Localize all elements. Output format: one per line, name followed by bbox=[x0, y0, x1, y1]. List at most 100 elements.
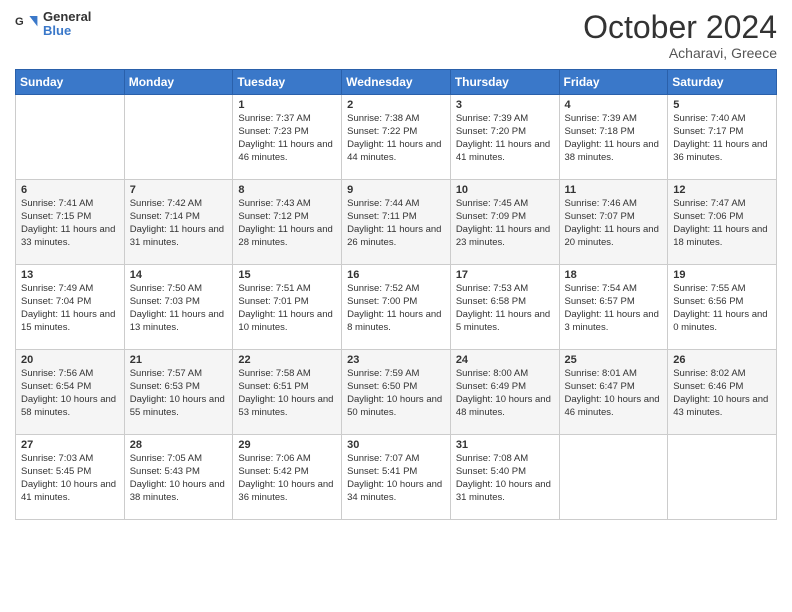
day-number: 4 bbox=[565, 99, 663, 111]
day-number: 26 bbox=[673, 354, 771, 366]
day-number: 10 bbox=[456, 184, 554, 196]
day-info: Sunrise: 7:39 AMSunset: 7:20 PMDaylight:… bbox=[456, 113, 554, 164]
calendar-cell: 24 Sunrise: 8:00 AMSunset: 6:49 PMDayligh… bbox=[450, 350, 559, 435]
header-wednesday: Wednesday bbox=[342, 70, 451, 95]
calendar-cell: 10 Sunrise: 7:45 AMSunset: 7:09 PMDayligh… bbox=[450, 180, 559, 265]
month-title: October 2024 bbox=[583, 10, 777, 45]
calendar-table: Sunday Monday Tuesday Wednesday Thursday… bbox=[15, 69, 777, 520]
day-number: 17 bbox=[456, 269, 554, 281]
logo-text: General Blue bbox=[43, 10, 91, 39]
day-info: Sunrise: 7:47 AMSunset: 7:06 PMDaylight:… bbox=[673, 198, 771, 249]
day-info: Sunrise: 7:45 AMSunset: 7:09 PMDaylight:… bbox=[456, 198, 554, 249]
calendar-cell: 29 Sunrise: 7:06 AMSunset: 5:42 PMDayligh… bbox=[233, 435, 342, 520]
day-info: Sunrise: 7:51 AMSunset: 7:01 PMDaylight:… bbox=[238, 283, 336, 334]
calendar-header: Sunday Monday Tuesday Wednesday Thursday… bbox=[16, 70, 777, 95]
header-monday: Monday bbox=[124, 70, 233, 95]
calendar-cell: 1Sunrise: 7:37 AMSunset: 7:23 PMDaylight… bbox=[233, 95, 342, 180]
week-row-3: 13Sunrise: 7:49 AMSunset: 7:04 PMDayligh… bbox=[16, 265, 777, 350]
location: Acharavi, Greece bbox=[583, 45, 777, 61]
calendar-cell: 28 Sunrise: 7:05 AMSunset: 5:43 PMDayligh… bbox=[124, 435, 233, 520]
day-number: 27 bbox=[21, 439, 119, 451]
day-number: 5 bbox=[673, 99, 771, 111]
calendar-cell: 11 Sunrise: 7:46 AMSunset: 7:07 PMDayligh… bbox=[559, 180, 668, 265]
day-number: 24 bbox=[456, 354, 554, 366]
day-number: 14 bbox=[130, 269, 228, 281]
calendar-cell: 2Sunrise: 7:38 AMSunset: 7:22 PMDaylight… bbox=[342, 95, 451, 180]
day-info: Sunrise: 7:05 AMSunset: 5:43 PMDaylight:… bbox=[130, 453, 228, 504]
calendar-cell: 7 Sunrise: 7:42 AMSunset: 7:14 PMDaylight… bbox=[124, 180, 233, 265]
week-row-5: 27 Sunrise: 7:03 AMSunset: 5:45 PMDayligh… bbox=[16, 435, 777, 520]
calendar-cell: 30Sunrise: 7:07 AMSunset: 5:41 PMDayligh… bbox=[342, 435, 451, 520]
day-info: Sunrise: 7:39 AMSunset: 7:18 PMDaylight:… bbox=[565, 113, 663, 164]
calendar-cell: 6Sunrise: 7:41 AMSunset: 7:15 PMDaylight… bbox=[16, 180, 125, 265]
day-info: Sunrise: 7:08 AMSunset: 5:40 PMDaylight:… bbox=[456, 453, 554, 504]
page-header: G General Blue October 2024 Acharavi, Gr… bbox=[15, 10, 777, 61]
day-number: 7 bbox=[130, 184, 228, 196]
day-number: 29 bbox=[238, 439, 336, 451]
calendar-cell: 9 Sunrise: 7:44 AMSunset: 7:11 PMDaylight… bbox=[342, 180, 451, 265]
header-saturday: Saturday bbox=[668, 70, 777, 95]
day-number: 28 bbox=[130, 439, 228, 451]
day-info: Sunrise: 7:40 AMSunset: 7:17 PMDaylight:… bbox=[673, 113, 771, 164]
title-area: October 2024 Acharavi, Greece bbox=[583, 10, 777, 61]
day-number: 18 bbox=[565, 269, 663, 281]
header-friday: Friday bbox=[559, 70, 668, 95]
calendar-cell: 15Sunrise: 7:51 AMSunset: 7:01 PMDayligh… bbox=[233, 265, 342, 350]
calendar-cell bbox=[16, 95, 125, 180]
header-tuesday: Tuesday bbox=[233, 70, 342, 95]
day-number: 23 bbox=[347, 354, 445, 366]
day-number: 2 bbox=[347, 99, 445, 111]
day-number: 25 bbox=[565, 354, 663, 366]
day-info: Sunrise: 7:52 AMSunset: 7:00 PMDaylight:… bbox=[347, 283, 445, 334]
day-number: 9 bbox=[347, 184, 445, 196]
calendar-cell bbox=[124, 95, 233, 180]
day-info: Sunrise: 7:43 AMSunset: 7:12 PMDaylight:… bbox=[238, 198, 336, 249]
day-number: 8 bbox=[238, 184, 336, 196]
day-number: 12 bbox=[673, 184, 771, 196]
day-info: Sunrise: 7:46 AMSunset: 7:07 PMDaylight:… bbox=[565, 198, 663, 249]
calendar-cell: 26 Sunrise: 8:02 AMSunset: 6:46 PMDayligh… bbox=[668, 350, 777, 435]
day-info: Sunrise: 7:03 AMSunset: 5:45 PMDaylight:… bbox=[21, 453, 119, 504]
day-info: Sunrise: 8:00 AMSunset: 6:49 PMDaylight:… bbox=[456, 368, 554, 419]
day-info: Sunrise: 7:44 AMSunset: 7:11 PMDaylight:… bbox=[347, 198, 445, 249]
logo-line2: Blue bbox=[43, 24, 91, 38]
day-info: Sunrise: 7:37 AMSunset: 7:23 PMDaylight:… bbox=[238, 113, 336, 164]
day-info: Sunrise: 7:59 AMSunset: 6:50 PMDaylight:… bbox=[347, 368, 445, 419]
day-info: Sunrise: 7:42 AMSunset: 7:14 PMDaylight:… bbox=[130, 198, 228, 249]
day-number: 20 bbox=[21, 354, 119, 366]
header-thursday: Thursday bbox=[450, 70, 559, 95]
day-number: 3 bbox=[456, 99, 554, 111]
day-number: 30 bbox=[347, 439, 445, 451]
calendar-cell: 12 Sunrise: 7:47 AMSunset: 7:06 PMDayligh… bbox=[668, 180, 777, 265]
day-info: Sunrise: 7:56 AMSunset: 6:54 PMDaylight:… bbox=[21, 368, 119, 419]
calendar-cell: 20 Sunrise: 7:56 AMSunset: 6:54 PMDayligh… bbox=[16, 350, 125, 435]
header-sunday: Sunday bbox=[16, 70, 125, 95]
day-info: Sunrise: 7:58 AMSunset: 6:51 PMDaylight:… bbox=[238, 368, 336, 419]
day-info: Sunrise: 7:54 AMSunset: 6:57 PMDaylight:… bbox=[565, 283, 663, 334]
week-row-4: 20 Sunrise: 7:56 AMSunset: 6:54 PMDayligh… bbox=[16, 350, 777, 435]
calendar-cell: 27 Sunrise: 7:03 AMSunset: 5:45 PMDayligh… bbox=[16, 435, 125, 520]
calendar-cell: 19Sunrise: 7:55 AMSunset: 6:56 PMDayligh… bbox=[668, 265, 777, 350]
day-info: Sunrise: 7:49 AMSunset: 7:04 PMDaylight:… bbox=[21, 283, 119, 334]
day-number: 21 bbox=[130, 354, 228, 366]
day-info: Sunrise: 7:06 AMSunset: 5:42 PMDaylight:… bbox=[238, 453, 336, 504]
day-info: Sunrise: 7:41 AMSunset: 7:15 PMDaylight:… bbox=[21, 198, 119, 249]
calendar-cell: 13Sunrise: 7:49 AMSunset: 7:04 PMDayligh… bbox=[16, 265, 125, 350]
day-info: Sunrise: 7:50 AMSunset: 7:03 PMDaylight:… bbox=[130, 283, 228, 334]
week-row-2: 6Sunrise: 7:41 AMSunset: 7:15 PMDaylight… bbox=[16, 180, 777, 265]
day-info: Sunrise: 7:53 AMSunset: 6:58 PMDaylight:… bbox=[456, 283, 554, 334]
day-info: Sunrise: 8:01 AMSunset: 6:47 PMDaylight:… bbox=[565, 368, 663, 419]
day-number: 16 bbox=[347, 269, 445, 281]
logo-icon: G bbox=[15, 12, 39, 36]
calendar-cell: 23 Sunrise: 7:59 AMSunset: 6:50 PMDayligh… bbox=[342, 350, 451, 435]
logo: G General Blue bbox=[15, 10, 91, 39]
calendar-cell: 17 Sunrise: 7:53 AMSunset: 6:58 PMDayligh… bbox=[450, 265, 559, 350]
day-info: Sunrise: 7:57 AMSunset: 6:53 PMDaylight:… bbox=[130, 368, 228, 419]
day-number: 11 bbox=[565, 184, 663, 196]
calendar-cell bbox=[559, 435, 668, 520]
calendar-cell: 22Sunrise: 7:58 AMSunset: 6:51 PMDayligh… bbox=[233, 350, 342, 435]
day-number: 31 bbox=[456, 439, 554, 451]
calendar-cell: 5 Sunrise: 7:40 AMSunset: 7:17 PMDaylight… bbox=[668, 95, 777, 180]
day-info: Sunrise: 8:02 AMSunset: 6:46 PMDaylight:… bbox=[673, 368, 771, 419]
calendar-cell: 25 Sunrise: 8:01 AMSunset: 6:47 PMDayligh… bbox=[559, 350, 668, 435]
